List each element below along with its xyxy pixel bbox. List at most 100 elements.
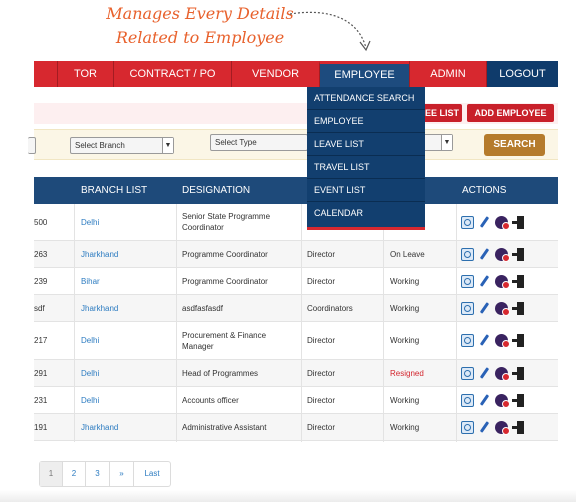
page-next[interactable]: »: [110, 462, 134, 486]
table-row: 500 Delhi Senior State Programme Coordinat…: [34, 204, 558, 241]
row-actions: [461, 295, 525, 321]
nav-tor[interactable]: TOR: [57, 61, 113, 87]
page-1[interactable]: 1: [40, 462, 63, 486]
nav-admin[interactable]: ADMIN: [409, 61, 486, 87]
employee-dropdown-menu: ATTENDANCE SEARCH EMPLOYEE LEAVE LIST TR…: [307, 87, 425, 230]
exit-icon[interactable]: [512, 301, 525, 315]
cell-status: Working: [390, 395, 420, 405]
pencil-icon[interactable]: [478, 334, 491, 347]
row-actions: [461, 360, 525, 386]
row-actions: [461, 322, 525, 359]
nav-vendor[interactable]: VENDOR: [231, 61, 319, 87]
cell-level: Director: [307, 276, 336, 286]
exit-icon[interactable]: [512, 366, 525, 380]
exit-icon[interactable]: [512, 393, 525, 407]
nav-contract-po[interactable]: CONTRACT / PO: [113, 61, 231, 87]
cell-branch[interactable]: Jharkhand: [81, 295, 173, 321]
select-type-value: Select Type: [215, 138, 257, 147]
cell-id: 191: [34, 422, 48, 432]
exit-icon[interactable]: [512, 247, 525, 261]
header-branch-list: BRANCH LIST: [81, 185, 148, 196]
exit-icon[interactable]: [512, 420, 525, 434]
cell-branch[interactable]: Jharkhand: [81, 241, 173, 267]
page-last[interactable]: Last: [134, 462, 170, 486]
cell-level: Director: [307, 395, 336, 405]
pencil-icon[interactable]: [478, 275, 491, 288]
cell-id: 291: [34, 368, 48, 378]
menu-travel-list[interactable]: TRAVEL LIST: [307, 156, 425, 179]
menu-calendar[interactable]: CALENDAR: [307, 202, 425, 225]
cell-designation: Programme Coordinator: [182, 249, 268, 259]
row-actions: [461, 241, 525, 267]
attendance-clock-icon[interactable]: [495, 274, 510, 289]
annotation-line-2: Related to Employee: [115, 28, 285, 47]
cell-status: Working: [390, 336, 420, 345]
cell-branch[interactable]: Bihar: [81, 268, 173, 294]
chevron-down-icon: ▼: [162, 138, 173, 153]
attendance-clock-icon[interactable]: [495, 393, 510, 408]
attendance-clock-icon[interactable]: [495, 334, 510, 348]
cell-branch[interactable]: Jharkhand: [81, 414, 173, 440]
exit-icon[interactable]: [512, 274, 525, 288]
add-employee-button[interactable]: ADD EMPLOYEE: [467, 104, 554, 122]
cell-branch[interactable]: Delhi: [81, 204, 173, 240]
cell-level: Director: [307, 249, 336, 259]
nav-logout[interactable]: LOGOUT: [486, 61, 558, 87]
view-icon[interactable]: [461, 301, 474, 315]
cell-branch[interactable]: Delhi: [81, 322, 173, 359]
attendance-clock-icon[interactable]: [495, 301, 510, 316]
cell-designation: Accounts officer: [182, 395, 239, 405]
cell-id: 217: [34, 336, 48, 345]
leave-list-button[interactable]: EE LIST: [422, 104, 462, 122]
attendance-clock-icon[interactable]: [495, 420, 510, 435]
annotation-callout: Manages Every Details Related to Employe…: [100, 2, 300, 50]
select-type[interactable]: Select Type: [210, 134, 308, 151]
nav-employee[interactable]: EMPLOYEE: [319, 61, 409, 87]
pencil-icon[interactable]: [478, 421, 491, 434]
table-row: 263 Jharkhand Programme Coordinator Directo…: [34, 241, 558, 268]
cell-level: Director: [307, 336, 336, 345]
row-actions: [461, 387, 525, 413]
page-2[interactable]: 2: [63, 462, 86, 486]
table-row: 231 Delhi Accounts officer Director Working: [34, 387, 558, 414]
table-row: sdf Jharkhand asdfasfasdf Coordinators Worki…: [34, 295, 558, 322]
cell-level: Director: [307, 422, 336, 432]
footer-shadow: [0, 490, 576, 502]
menu-attendance-search[interactable]: ATTENDANCE SEARCH: [307, 87, 425, 110]
pencil-icon[interactable]: [478, 367, 491, 380]
exit-icon[interactable]: [512, 334, 525, 347]
page-3[interactable]: 3: [86, 462, 110, 486]
view-icon[interactable]: [461, 420, 474, 434]
chevron-down-icon: ▼: [441, 135, 452, 150]
menu-employee[interactable]: EMPLOYEE: [307, 110, 425, 133]
view-icon[interactable]: [461, 215, 474, 229]
menu-event-list[interactable]: EVENT LIST: [307, 179, 425, 202]
attendance-clock-icon[interactable]: [495, 215, 510, 230]
view-icon[interactable]: [461, 274, 474, 288]
view-icon[interactable]: [461, 334, 474, 347]
view-icon[interactable]: [461, 247, 474, 261]
pencil-icon[interactable]: [478, 394, 491, 407]
pencil-icon[interactable]: [478, 248, 491, 261]
header-actions: ACTIONS: [462, 185, 507, 196]
menu-leave-list[interactable]: LEAVE LIST: [307, 133, 425, 156]
view-icon[interactable]: [461, 366, 474, 380]
column-divider: [301, 204, 302, 442]
table-header: BRANCH LIST DESIGNATION ACTIONS: [34, 177, 558, 204]
exit-icon[interactable]: [512, 215, 525, 229]
row-actions: [461, 268, 525, 294]
cell-branch[interactable]: Delhi: [81, 360, 173, 386]
employee-table: BRANCH LIST DESIGNATION ACTIONS 500 Delhi…: [34, 177, 558, 442]
pencil-icon[interactable]: [478, 216, 491, 229]
cell-id: 231: [34, 395, 48, 405]
search-button[interactable]: SEARCH: [484, 134, 545, 156]
view-icon[interactable]: [461, 393, 474, 407]
filter-select-partial[interactable]: [28, 137, 36, 154]
table-row: 217 Delhi Procurement & Finance Manager Dir…: [34, 322, 558, 360]
attendance-clock-icon[interactable]: [495, 247, 510, 262]
attendance-clock-icon[interactable]: [495, 366, 510, 381]
pencil-icon[interactable]: [478, 302, 491, 315]
cell-branch[interactable]: Delhi: [81, 387, 173, 413]
select-branch[interactable]: Select Branch ▼: [70, 137, 174, 154]
row-actions: [461, 204, 525, 240]
